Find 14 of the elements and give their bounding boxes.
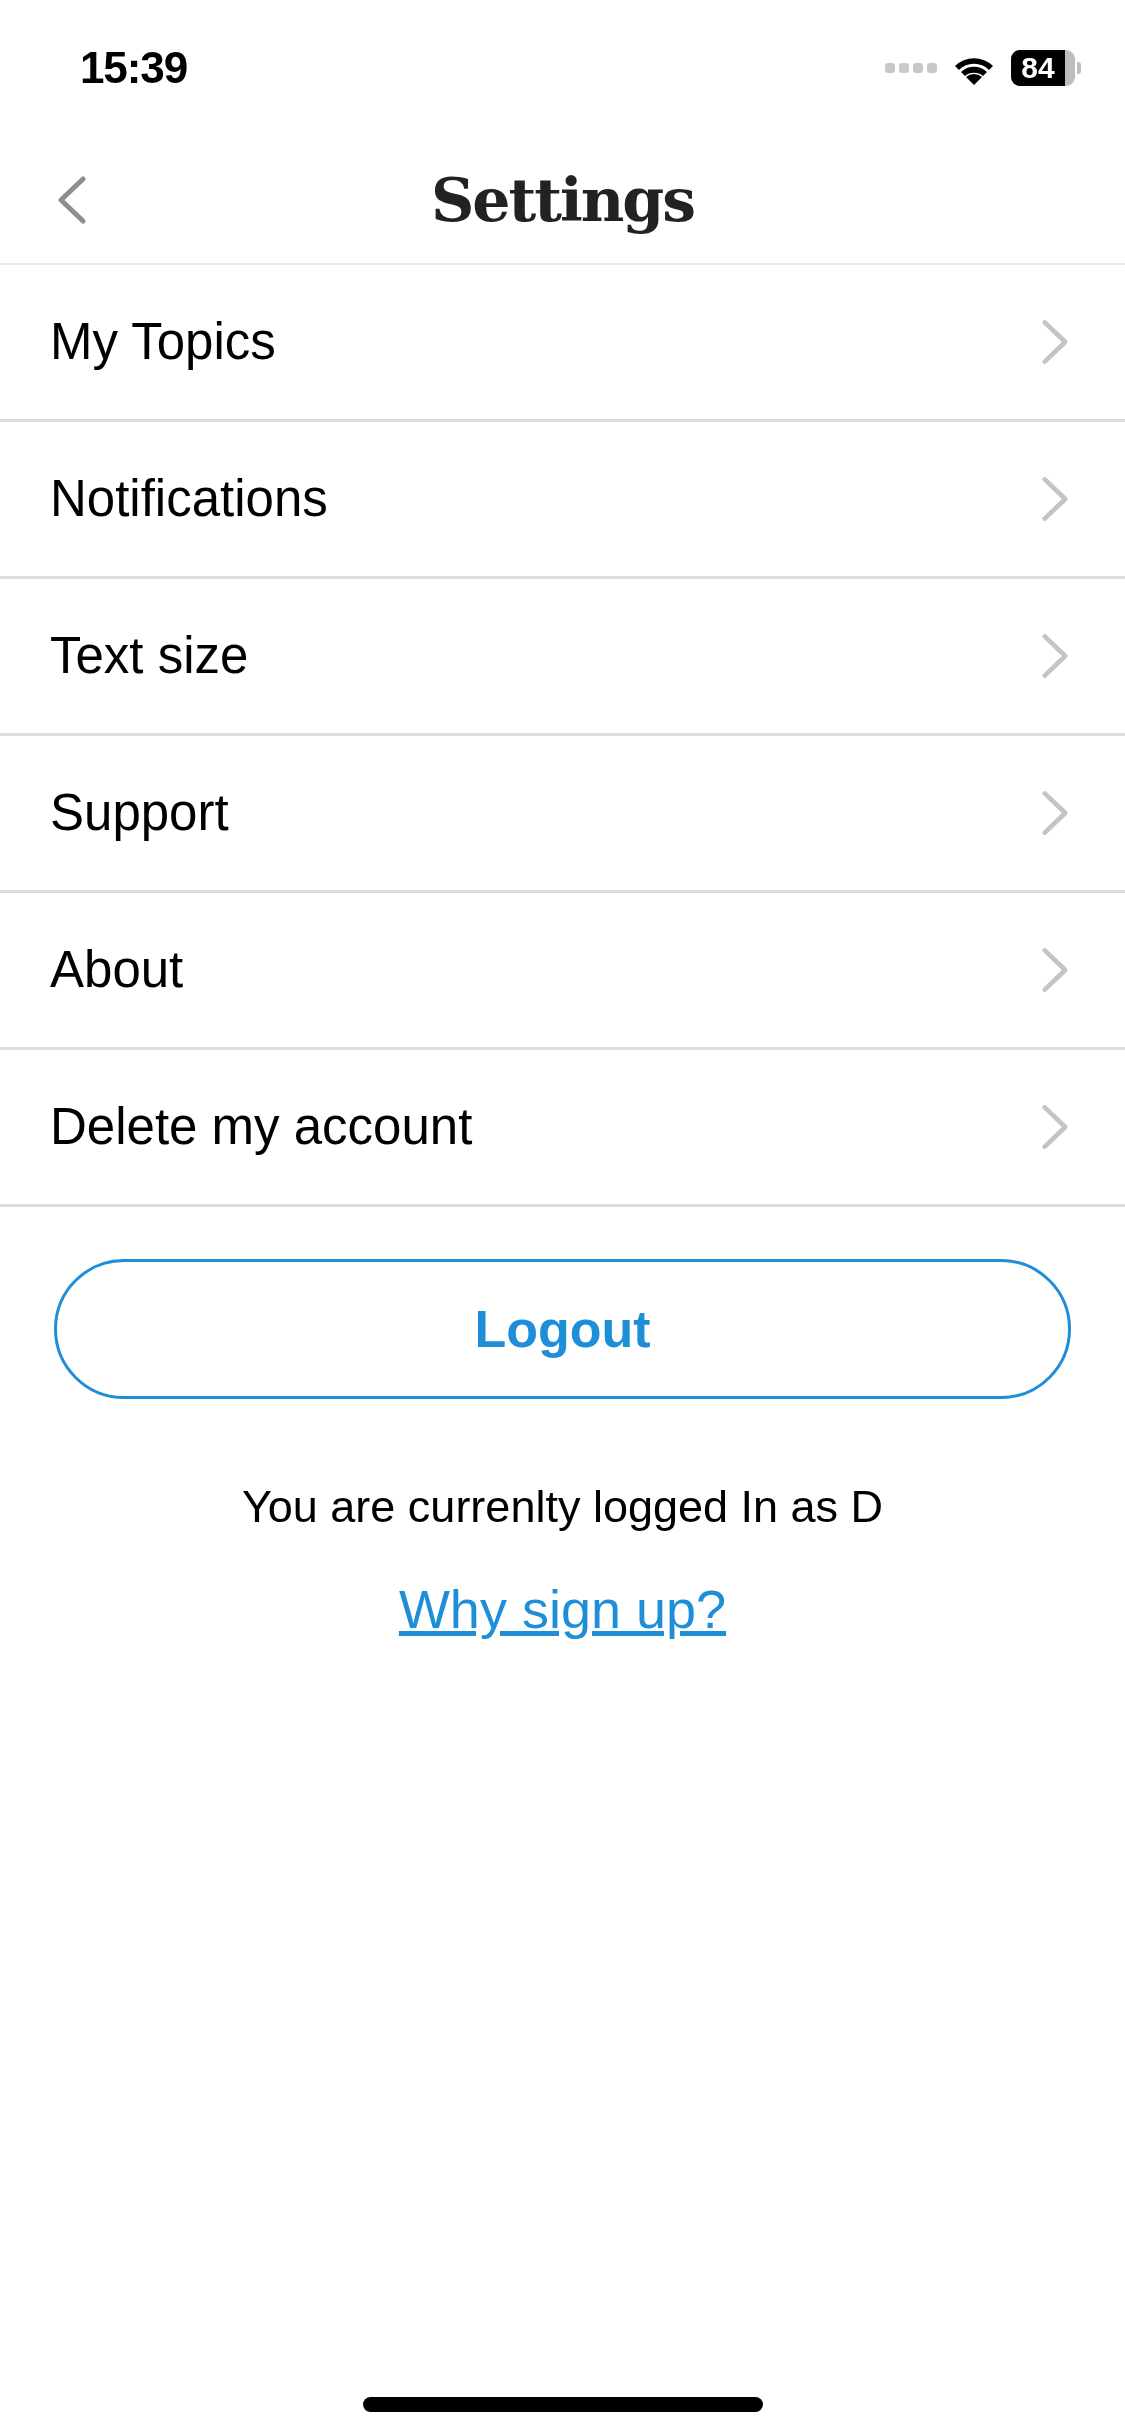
logout-button[interactable]: Logout <box>54 1259 1071 1399</box>
chevron-right-icon <box>1041 790 1069 836</box>
chevron-right-icon <box>1041 633 1069 679</box>
login-status-text: You are currenlty logged In as D <box>240 1481 885 1533</box>
why-sign-up-link[interactable]: Why sign up? <box>398 1577 727 1641</box>
battery-percent: 84 <box>1021 53 1055 83</box>
chevron-right-icon <box>1041 319 1069 365</box>
chevron-right-icon <box>1041 476 1069 522</box>
page-title: Settings <box>430 164 695 236</box>
chevron-right-icon <box>1041 1104 1069 1150</box>
chevron-right-icon <box>1041 947 1069 993</box>
signal-icon <box>885 61 937 75</box>
back-chevron-icon <box>57 175 87 224</box>
status-time: 15:39 <box>80 46 188 90</box>
